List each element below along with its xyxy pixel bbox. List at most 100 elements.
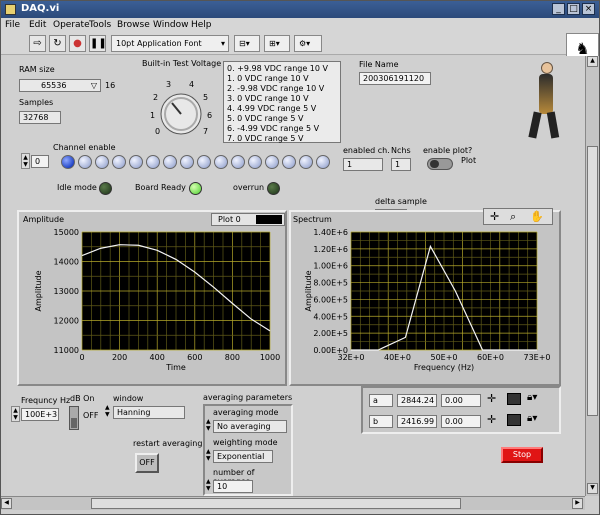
menu-edit[interactable]: Edit (29, 20, 46, 30)
cursor-style-icon[interactable] (507, 414, 521, 426)
averaging-mode-label: averaging mode (213, 408, 279, 417)
db-switch[interactable] (69, 406, 79, 430)
channel-led-11[interactable] (248, 155, 262, 169)
channel-led-2[interactable] (95, 155, 109, 169)
run-arrow-icon[interactable]: ⇨ (29, 35, 46, 52)
menu-browse[interactable]: Browse (117, 20, 150, 30)
cursor-move-icon[interactable]: ✛ (487, 392, 496, 405)
y-axis-label: Amplitude (304, 270, 313, 311)
cursor-b-y[interactable]: 0.00 (441, 415, 481, 428)
abort-icon[interactable]: ● (69, 35, 86, 52)
weighting-mode-select[interactable]: Exponential (213, 450, 273, 463)
channel-led-1[interactable] (78, 155, 92, 169)
channel-led-row (53, 56, 333, 176)
channel-led-8[interactable] (197, 155, 211, 169)
weighting-mode-stepper-icon[interactable]: ▲ ▼ (206, 448, 211, 462)
channel-led-7[interactable] (180, 155, 194, 169)
cursor-move-icon[interactable]: ✛ (487, 413, 496, 426)
frequency-stepper-icon[interactable]: ▲ ▼ (11, 406, 20, 422)
restart-averaging-button[interactable]: OFF (135, 453, 159, 473)
db-off-label: OFF (83, 411, 99, 420)
channel-led-15[interactable] (316, 155, 330, 169)
channel-led-14[interactable] (299, 155, 313, 169)
window-select[interactable]: Hanning (113, 406, 185, 419)
menu-file[interactable]: File (5, 20, 20, 30)
channel-led-9[interactable] (214, 155, 228, 169)
board-ready-led (189, 182, 202, 195)
y-tick-label: 1.00E+6 (313, 262, 348, 271)
y-tick-label: 1.40E+6 (313, 228, 348, 237)
channel-index-input[interactable]: 0 (31, 155, 49, 168)
stop-button[interactable]: Stop (501, 447, 543, 463)
close-icon[interactable]: × (582, 3, 595, 15)
zoom-icon[interactable]: ⌕ (510, 210, 516, 224)
hand-icon[interactable]: ✋ (530, 210, 544, 223)
y-tick-label: 4.00E+5 (313, 312, 348, 321)
menu-help[interactable]: Help (191, 20, 212, 30)
enable-plot-toggle[interactable] (427, 158, 453, 170)
x-axis-label: Frequency (Hz) (414, 363, 474, 372)
horizontal-scroll-thumb[interactable] (91, 498, 461, 509)
channel-led-6[interactable] (163, 155, 177, 169)
frequency-input[interactable]: 100E+3 (21, 408, 59, 421)
channel-led-4[interactable] (129, 155, 143, 169)
channel-led-10[interactable] (231, 155, 245, 169)
channel-led-5[interactable] (146, 155, 160, 169)
file-name-label: File Name (359, 60, 399, 69)
y-tick-label: 8.00E+5 (313, 279, 348, 288)
y-tick-label: 15000 (54, 228, 79, 237)
cursor-style-icon[interactable] (507, 393, 521, 405)
run-continuous-icon[interactable]: ↻ (49, 35, 66, 52)
align-objects-icon[interactable]: ⊟▾ (234, 35, 260, 52)
legend-swatch-icon (256, 215, 282, 224)
font-dropdown[interactable]: 10pt Application Font ▾ (111, 35, 229, 52)
vertical-scrollbar[interactable]: ▲ ▼ (585, 56, 599, 496)
window-label: window (113, 394, 144, 403)
number-of-averages-input[interactable]: 10 (213, 480, 253, 493)
menu-tools[interactable]: Tools (89, 20, 111, 30)
channel-led-0[interactable] (61, 155, 75, 169)
cursor-a-y[interactable]: 0.00 (441, 394, 481, 407)
cursor-lock-icon[interactable]: 🔒︎▾ (527, 392, 537, 403)
cursor-b-x[interactable]: 2416.99 (397, 415, 437, 428)
x-tick-label: 400 (150, 353, 165, 362)
channel-led-3[interactable] (112, 155, 126, 169)
file-name-input[interactable]: 200306191120 (359, 72, 431, 85)
crosshair-icon[interactable]: ✛ (490, 210, 499, 223)
pause-icon[interactable]: ❚❚ (89, 35, 107, 52)
cursor-a-x[interactable]: 2844.24 (397, 394, 437, 407)
x-tick-label: 600 (187, 353, 202, 362)
distribute-objects-icon[interactable]: ⊞▾ (264, 35, 290, 52)
reorder-icon[interactable]: ⚙▾ (294, 35, 322, 52)
y-tick-label: 14000 (54, 258, 79, 267)
board-ready-label: Board Ready (135, 183, 186, 192)
plot-label: Plot (461, 156, 477, 165)
cursor-a-name[interactable]: a (369, 394, 393, 407)
vertical-scroll-thumb[interactable] (587, 146, 598, 416)
spectrum-chart-frame: Spectrum ✛ ⌕ ✋ 0.00E+0 2.00E+5 4.00E+5 6.00… (289, 208, 561, 386)
menu-operate[interactable]: Operate (53, 20, 90, 30)
y-tick-label: 1.20E+6 (313, 245, 348, 254)
maximize-icon[interactable]: □ (567, 3, 580, 15)
channel-stepper-icon[interactable]: ▲ ▼ (21, 153, 30, 169)
amplitude-legend[interactable]: Plot 0 (211, 213, 285, 226)
y-tick-label: 6.00E+5 (313, 295, 348, 304)
amplitude-chart-frame: Amplitude Plot 0 11000 12000 13000 14000 150… (17, 210, 287, 386)
channel-led-12[interactable] (265, 155, 279, 169)
cursor-b-name[interactable]: b (369, 415, 393, 428)
x-tick-label: 1000 (260, 353, 280, 362)
x-tick-label: 50E+0 (430, 353, 457, 362)
frequency-label: Frequncy Hz (21, 396, 71, 405)
menu-window[interactable]: Window (153, 20, 189, 30)
cursor-lock-icon[interactable]: 🔒︎▾ (527, 413, 537, 424)
averaging-mode-select[interactable]: No averaging (213, 420, 287, 433)
y-tick-label: 13000 (54, 287, 79, 296)
title-bar: DAQ.vi _ □ × (1, 1, 599, 18)
number-of-averages-stepper-icon[interactable]: ▲ ▼ (206, 478, 211, 492)
minimize-icon[interactable]: _ (552, 3, 565, 15)
overrun-led (267, 182, 280, 195)
averaging-mode-stepper-icon[interactable]: ▲ ▼ (206, 418, 211, 432)
window-stepper-icon[interactable]: ▲ ▼ (105, 404, 112, 418)
horizontal-scrollbar[interactable]: ◀ ▶ (1, 496, 585, 510)
channel-led-13[interactable] (282, 155, 296, 169)
